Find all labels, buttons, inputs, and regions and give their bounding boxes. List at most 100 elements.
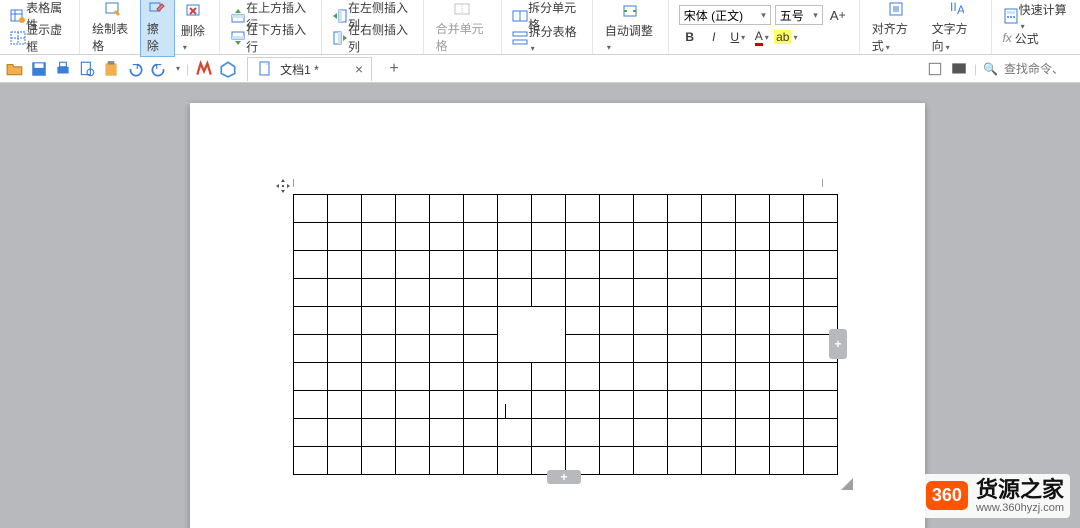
formula-button[interactable]: fx公式 xyxy=(998,27,1042,49)
table-move-handle[interactable] xyxy=(276,179,290,193)
table-cell[interactable] xyxy=(328,391,362,419)
table-cell[interactable] xyxy=(464,195,498,223)
table-cell[interactable] xyxy=(702,419,736,447)
table-cell[interactable] xyxy=(396,447,430,475)
add-row-handle[interactable]: + xyxy=(547,470,581,484)
table-cell[interactable] xyxy=(668,307,702,335)
quick-calc-button[interactable]: 快速计算 ▾ xyxy=(998,5,1074,27)
table-cell[interactable] xyxy=(532,195,566,223)
table-cell[interactable] xyxy=(804,363,838,391)
erase-button[interactable]: 擦除 xyxy=(140,0,175,57)
table-cell[interactable] xyxy=(566,251,600,279)
table-cell[interactable] xyxy=(566,363,600,391)
font-size-select[interactable]: 五号 xyxy=(775,5,823,25)
table-cell[interactable] xyxy=(702,391,736,419)
table-cell[interactable] xyxy=(430,447,464,475)
italic-button[interactable]: I xyxy=(703,27,725,47)
table-cell[interactable] xyxy=(328,223,362,251)
table-cell[interactable] xyxy=(702,447,736,475)
table-resize-handle[interactable] xyxy=(841,478,853,490)
table-cell[interactable] xyxy=(532,419,566,447)
table-cell[interactable] xyxy=(464,307,498,335)
wps-app-button[interactable] xyxy=(219,60,237,78)
table-cell[interactable] xyxy=(600,419,634,447)
table-cell[interactable] xyxy=(600,307,634,335)
table-cell[interactable] xyxy=(804,447,838,475)
table-cell[interactable] xyxy=(770,307,804,335)
table-cell[interactable] xyxy=(532,251,566,279)
table-cell[interactable] xyxy=(770,251,804,279)
table-cell[interactable] xyxy=(396,419,430,447)
table-cell[interactable] xyxy=(362,223,396,251)
table-cell[interactable] xyxy=(600,223,634,251)
table-cell[interactable] xyxy=(634,363,668,391)
command-search-input[interactable] xyxy=(1004,62,1074,76)
table-cell[interactable] xyxy=(498,251,532,279)
table-cell[interactable] xyxy=(770,447,804,475)
table-cell[interactable] xyxy=(464,391,498,419)
table-cell[interactable] xyxy=(770,335,804,363)
bold-button[interactable]: B xyxy=(679,27,701,47)
table-cell[interactable] xyxy=(702,251,736,279)
print-button[interactable] xyxy=(54,60,72,78)
table-cell[interactable] xyxy=(600,363,634,391)
table-cell[interactable] xyxy=(736,391,770,419)
table-cell[interactable] xyxy=(668,447,702,475)
open-button[interactable] xyxy=(6,60,24,78)
table-cell[interactable] xyxy=(328,419,362,447)
table-cell[interactable] xyxy=(634,279,668,307)
table-cell[interactable] xyxy=(328,363,362,391)
show-gridlines-button[interactable]: 显示虚框 xyxy=(6,27,73,49)
table-cell[interactable] xyxy=(770,279,804,307)
table-cell[interactable] xyxy=(362,195,396,223)
table-cell[interactable] xyxy=(702,279,736,307)
table-cell[interactable] xyxy=(362,251,396,279)
highlight-button[interactable]: ab▾ xyxy=(775,27,797,47)
table-cell[interactable] xyxy=(498,279,532,307)
table-cell[interactable] xyxy=(396,307,430,335)
page[interactable]: + + xyxy=(190,103,925,528)
table-cell[interactable] xyxy=(566,335,600,363)
table-cell[interactable] xyxy=(430,307,464,335)
table-cell[interactable] xyxy=(430,195,464,223)
table-cell[interactable] xyxy=(464,335,498,363)
table-cell[interactable] xyxy=(600,335,634,363)
new-tab-button[interactable]: + xyxy=(384,59,404,79)
table-cell[interactable] xyxy=(668,195,702,223)
table-cell[interactable] xyxy=(430,363,464,391)
table-cell[interactable] xyxy=(362,335,396,363)
table-cell[interactable] xyxy=(464,251,498,279)
table-cell[interactable] xyxy=(668,335,702,363)
table-cell[interactable] xyxy=(634,391,668,419)
table-cell[interactable] xyxy=(668,391,702,419)
table-cell[interactable] xyxy=(736,279,770,307)
table-cell[interactable] xyxy=(294,307,328,335)
table-cell[interactable] xyxy=(566,195,600,223)
table-cell[interactable] xyxy=(464,363,498,391)
table-cell[interactable] xyxy=(566,279,600,307)
table-cell[interactable] xyxy=(396,279,430,307)
table-cell[interactable] xyxy=(294,195,328,223)
save-button[interactable] xyxy=(30,60,48,78)
table-cell[interactable] xyxy=(736,419,770,447)
table-cell[interactable] xyxy=(430,251,464,279)
close-tab-button[interactable]: × xyxy=(355,61,363,77)
table-cell[interactable] xyxy=(600,279,634,307)
table-cell[interactable] xyxy=(736,195,770,223)
redo-button[interactable] xyxy=(150,60,168,78)
table-cell[interactable] xyxy=(294,335,328,363)
table-cell[interactable] xyxy=(736,223,770,251)
table-cell[interactable] xyxy=(566,419,600,447)
table-cell[interactable] xyxy=(328,279,362,307)
table-cell[interactable] xyxy=(804,251,838,279)
table-cell[interactable] xyxy=(736,363,770,391)
font-color-button[interactable]: A▾ xyxy=(751,27,773,47)
table-cell[interactable] xyxy=(362,363,396,391)
table-cell[interactable] xyxy=(804,279,838,307)
table-cell[interactable] xyxy=(804,223,838,251)
add-column-handle[interactable]: + xyxy=(829,329,847,359)
table-cell[interactable] xyxy=(566,391,600,419)
table-cell[interactable] xyxy=(804,195,838,223)
table-cell[interactable] xyxy=(600,447,634,475)
table-cell[interactable] xyxy=(362,279,396,307)
